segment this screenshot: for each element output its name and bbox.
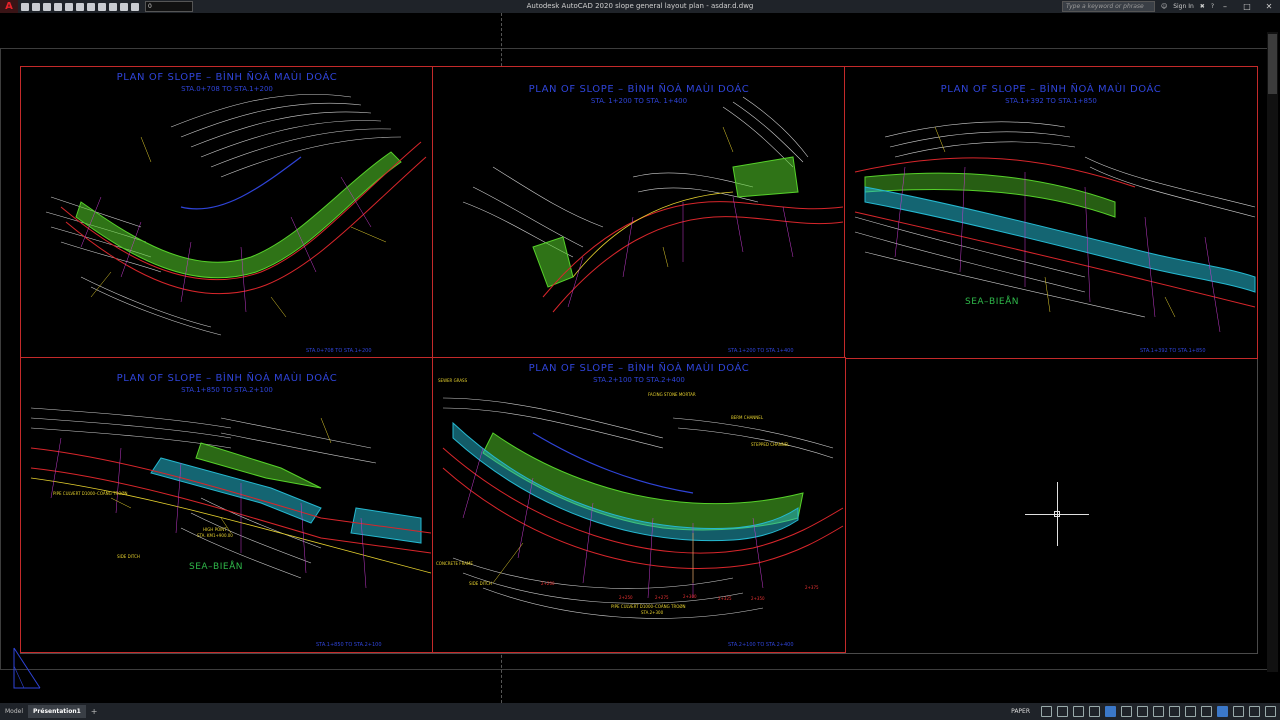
- viewport-1-title: PLAN OF SLOPE – BÌNH ÑOÀ MAÙI DOÁC: [116, 72, 338, 83]
- station-2-300: 2+300: [683, 594, 697, 599]
- station-2-275: 2+275: [655, 595, 669, 600]
- isolate-objects-icon[interactable]: [1233, 706, 1244, 717]
- paper-space-toggle[interactable]: PAPER: [1011, 708, 1030, 715]
- viewport-1-footer: STA.0+708 TO STA.1+200: [306, 348, 372, 354]
- viewport-4[interactable]: PLAN OF SLOPE – BÌNH ÑOÀ MAÙI DOÁC STA.1…: [20, 357, 434, 653]
- viewport-2-drawing: [462, 96, 844, 313]
- viewport-3[interactable]: PLAN OF SLOPE – BÌNH ÑOÀ MAÙI DOÁC STA.1…: [844, 66, 1258, 359]
- grid-icon[interactable]: [1041, 706, 1052, 717]
- viewport-4-title: PLAN OF SLOPE – BÌNH ÑOÀ MAÙI DOÁC: [116, 373, 338, 384]
- fullscreen-icon[interactable]: [1249, 706, 1260, 717]
- viewport-2-title: PLAN OF SLOPE – BÌNH ÑOÀ MAÙI DOÁC: [528, 84, 750, 95]
- station-2-325: 2+325: [718, 596, 732, 601]
- stepped-channel-label: STEPPED CHANNEL: [751, 442, 790, 447]
- viewport-2-subtitle: STA. 1+200 TO STA. 1+400: [590, 97, 688, 105]
- search-input[interactable]: Type a keyword or phrase: [1061, 1, 1155, 12]
- concrete-frame-label: CONCRETE FRAME: [436, 561, 473, 566]
- crosshair-pickbox: [1054, 511, 1060, 517]
- viewport-1-drawing: [45, 94, 427, 336]
- station-2-250: 2+250: [619, 595, 633, 600]
- pipe-culvert-sta-label: STA.2+300: [641, 610, 664, 615]
- title-bar: A 0 Autodesk AutoCAD 2020 slope general …: [0, 0, 1280, 13]
- side-ditch-label-1: SIDE DITCH: [117, 554, 140, 559]
- station-2-200: 2+200: [541, 581, 555, 586]
- high-point-label: HIGH POINT: [203, 527, 227, 532]
- status-tools: PAPER: [1011, 705, 1276, 718]
- status-bar: Model Présentation1 + PAPER: [0, 703, 1280, 720]
- viewport-5-footer: STA.2+100 TO STA.2+400: [728, 642, 794, 648]
- viewport-4-drawing: [30, 407, 432, 589]
- viewport-5-subtitle: STA.2+100 TO STA.2+400: [593, 376, 685, 384]
- station-2-375: 2+375: [805, 585, 819, 590]
- pipe-culvert-label-1: PIPE CULVERT D1000–COÁNG TROØN: [53, 491, 128, 496]
- viewport-3-subtitle: STA.1+392 TO STA.1+850: [1005, 97, 1097, 105]
- lineweight-icon[interactable]: [1137, 706, 1148, 717]
- hardware-acceleration-icon[interactable]: [1217, 706, 1228, 717]
- selection-cycling-icon[interactable]: [1169, 706, 1180, 717]
- annotation-scale-icon[interactable]: [1185, 706, 1196, 717]
- viewport-2-footer: STA.1+200 TO STA.1+400: [728, 348, 794, 354]
- polar-icon[interactable]: [1089, 706, 1100, 717]
- tab-model[interactable]: Model: [0, 705, 28, 718]
- viewport-1[interactable]: PLAN OF SLOPE – BÌNH ÑOÀ MAÙI DOÁC STA.0…: [20, 66, 434, 359]
- customize-menu-icon[interactable]: [1265, 706, 1276, 717]
- viewport-5[interactable]: PLAN OF SLOPE – BÌNH ÑOÀ MAÙI DOÁC STA.2…: [432, 357, 846, 653]
- workspace-gear-icon[interactable]: [1201, 706, 1212, 717]
- facing-stone-label: FACING STONE MORTAR: [648, 392, 696, 397]
- viewport-3-title: PLAN OF SLOPE – BÌNH ÑOÀ MAÙI DOÁC: [940, 84, 1162, 95]
- transparency-icon[interactable]: [1153, 706, 1164, 717]
- berm-channel-label: BERM CHANNEL: [731, 415, 764, 420]
- user-icon[interactable]: ☺: [1161, 3, 1167, 10]
- viewport-3-footer: STA.1+392 TO STA.1+850: [1140, 348, 1206, 354]
- viewport-2[interactable]: PLAN OF SLOPE – BÌNH ÑOÀ MAÙI DOÁC STA. …: [432, 66, 846, 359]
- viewport-4-footer: STA.1+850 TO STA.2+100: [316, 642, 382, 648]
- osnap-icon[interactable]: [1105, 706, 1116, 717]
- high-point-sta-label: STA. KM1+900.00: [197, 533, 233, 538]
- pipe-culvert-label-2: PIPE CULVERT D1000–COÁNG TROØN: [611, 604, 686, 609]
- sign-in-link[interactable]: Sign In: [1173, 3, 1194, 10]
- exchange-icon[interactable]: ✖: [1200, 3, 1205, 10]
- viewport-5-title: PLAN OF SLOPE – BÌNH ÑOÀ MAÙI DOÁC: [528, 363, 750, 374]
- add-layout-button[interactable]: +: [86, 705, 103, 718]
- viewport-3-sea-label: SEA–BIEÅN: [965, 297, 1019, 307]
- otrack-icon[interactable]: [1121, 706, 1132, 717]
- scrollbar-thumb[interactable]: [1268, 34, 1277, 94]
- sewer-grass-label: SEWER GRASS: [438, 378, 468, 383]
- minimize-button[interactable]: –: [1214, 2, 1236, 11]
- viewport-3-drawing: [854, 121, 1256, 333]
- vertical-scrollbar[interactable]: [1267, 32, 1278, 672]
- station-2-350: 2+350: [751, 596, 765, 601]
- side-ditch-label-2: SIDE DITCH: [469, 581, 492, 586]
- viewport-4-subtitle: STA.1+850 TO STA.2+100: [181, 386, 273, 394]
- close-button[interactable]: ✕: [1258, 2, 1280, 11]
- snap-icon[interactable]: [1057, 706, 1068, 717]
- titlebar-right: Type a keyword or phrase ☺ Sign In ✖ ? –…: [1061, 0, 1280, 13]
- ucs-icon: [13, 647, 41, 689]
- viewport-1-subtitle: STA.0+708 TO STA.1+200: [181, 85, 273, 93]
- viewport-4-sea-label: SEA–BIEÅN: [189, 562, 243, 572]
- tab-layout-presentation1[interactable]: Présentation1: [28, 705, 86, 718]
- ortho-icon[interactable]: [1073, 706, 1084, 717]
- maximize-button[interactable]: □: [1236, 2, 1258, 11]
